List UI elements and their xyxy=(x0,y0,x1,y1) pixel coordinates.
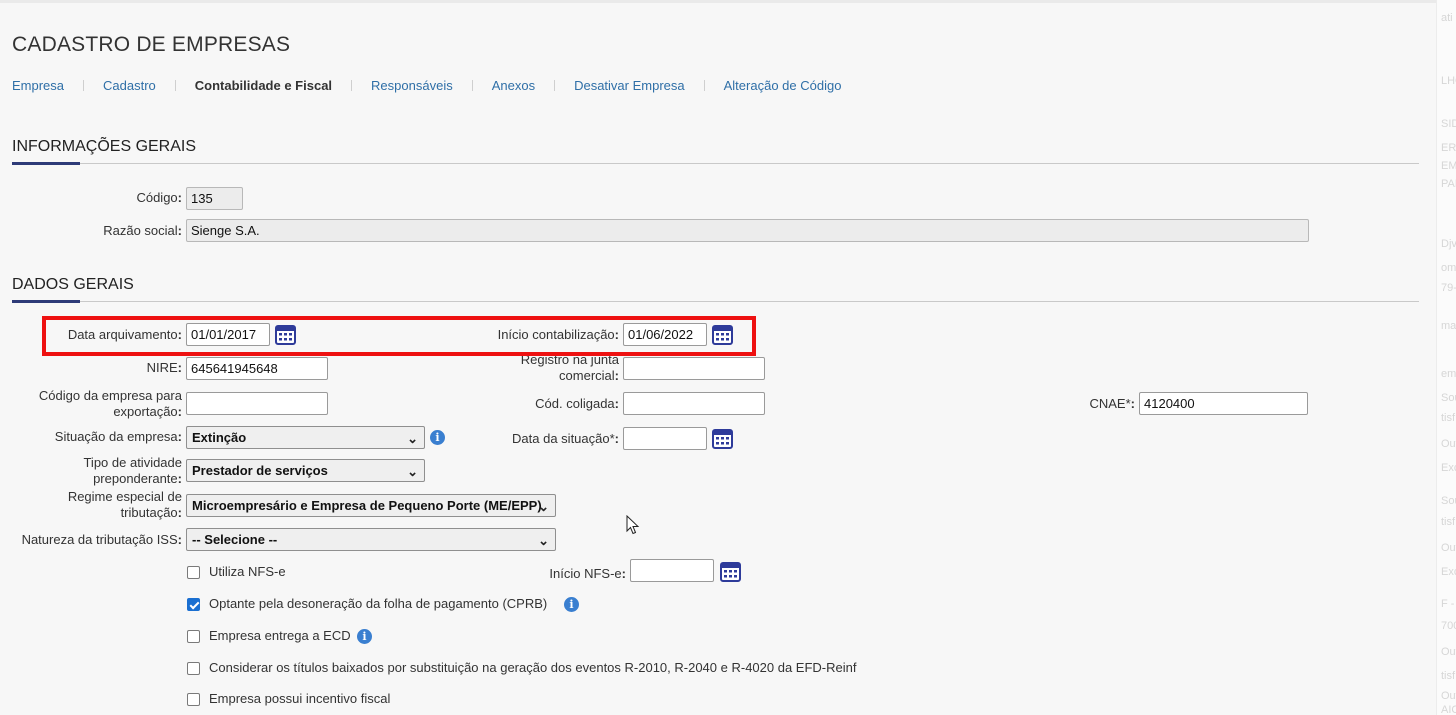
natureza-iss-select[interactable]: -- Selecione -- ⌄ xyxy=(186,528,556,551)
cprb-label: Optante pela desoneração da folha de pag… xyxy=(209,596,548,611)
tipo-atividade-label: Tipo de atividade preponderante: xyxy=(83,455,182,486)
side-panel-text: tisf xyxy=(1441,412,1456,424)
inicio-nfse-field[interactable] xyxy=(630,559,714,582)
side-panel-text: 700 xyxy=(1441,620,1456,632)
side-panel-text: Sou xyxy=(1441,495,1456,507)
cnae-label: CNAE*: xyxy=(1089,396,1135,411)
cod-coligada-field[interactable] xyxy=(623,392,765,415)
inicio-nfse-label: Início NFS-e: xyxy=(549,566,626,581)
tab-bar: Empresa Cadastro Contabilidade e Fiscal … xyxy=(12,78,841,93)
mouse-cursor-icon xyxy=(626,515,640,535)
side-panel-text: Out xyxy=(1441,690,1456,702)
chevron-down-icon: ⌄ xyxy=(538,499,549,514)
situacao-label: Situação da empresa: xyxy=(54,429,182,444)
side-panel-text: Djv xyxy=(1441,238,1456,250)
utiliza-nfse-label: Utiliza NFS-e xyxy=(209,564,286,579)
side-panel-text: tisf xyxy=(1441,516,1456,528)
section-accent xyxy=(12,300,80,303)
codigo-exportacao-label: Código da empresa para exportação: xyxy=(38,388,182,419)
top-divider xyxy=(0,0,1436,3)
incentivo-fiscal-label: Empresa possui incentivo fiscal xyxy=(209,691,391,706)
regime-especial-label: Regime especial de tributação: xyxy=(67,489,182,520)
ecd-label: Empresa entrega a ECD xyxy=(209,628,351,643)
ecd-checkbox[interactable] xyxy=(187,630,200,643)
side-panel-text: Exc xyxy=(1441,462,1456,474)
nire-field[interactable]: 645641945648 xyxy=(186,357,328,380)
razao-social-field[interactable]: Sienge S.A. xyxy=(186,219,1309,242)
registro-junta-field[interactable] xyxy=(623,357,765,380)
side-panel: ati LHO SID ERG EMP PAR Djv om 79- ma em… xyxy=(1436,0,1456,715)
utiliza-nfse-checkbox[interactable] xyxy=(187,566,200,579)
tab-responsaveis[interactable]: Responsáveis xyxy=(371,78,453,93)
side-panel-text: em xyxy=(1441,368,1456,380)
side-panel-text: Out xyxy=(1441,646,1456,658)
calendar-icon[interactable] xyxy=(720,561,741,582)
nire-label: NIRE: xyxy=(146,360,182,375)
tab-contabilidade-fiscal[interactable]: Contabilidade e Fiscal xyxy=(195,78,332,93)
codigo-field[interactable]: 135 xyxy=(186,187,243,210)
chevron-down-icon: ⌄ xyxy=(538,533,549,548)
tab-separator xyxy=(351,80,353,91)
section-accent xyxy=(12,162,80,165)
reinf-checkbox[interactable] xyxy=(187,662,200,675)
side-panel-text: tisf xyxy=(1441,670,1456,682)
section-divider xyxy=(12,301,1419,302)
situacao-select[interactable]: Extinção ⌄ xyxy=(186,426,425,449)
side-panel-text: LHO xyxy=(1441,75,1456,87)
side-panel-text: EMP xyxy=(1441,160,1456,172)
info-icon[interactable]: i xyxy=(564,597,579,612)
info-icon[interactable]: i xyxy=(430,430,445,445)
side-panel-text: ma xyxy=(1441,320,1456,332)
section-title-dados-gerais: DADOS GERAIS xyxy=(12,276,134,293)
tab-empresa[interactable]: Empresa xyxy=(12,78,64,93)
reinf-label: Considerar os títulos baixados por subst… xyxy=(209,660,857,675)
side-panel-text: 79- xyxy=(1441,282,1456,294)
codigo-label: Código: xyxy=(136,190,182,205)
cnae-field[interactable]: 4120400 xyxy=(1139,392,1308,415)
tab-separator xyxy=(703,80,705,91)
side-panel-text: ati xyxy=(1441,12,1453,24)
side-panel-text: AIC xyxy=(1441,704,1456,715)
side-panel-text: PAR xyxy=(1441,178,1456,190)
tipo-atividade-select[interactable]: Prestador de serviços ⌄ xyxy=(186,459,425,482)
tab-desativar-empresa[interactable]: Desativar Empresa xyxy=(574,78,685,93)
natureza-iss-label: Natureza da tributação ISS: xyxy=(21,532,182,547)
chevron-down-icon: ⌄ xyxy=(407,431,418,446)
info-icon[interactable]: i xyxy=(357,629,372,644)
cod-coligada-label: Cód. coligada: xyxy=(535,396,619,411)
cprb-checkbox[interactable] xyxy=(187,598,200,611)
tab-cadastro[interactable]: Cadastro xyxy=(103,78,156,93)
tab-separator xyxy=(554,80,556,91)
side-panel-text: om xyxy=(1441,262,1456,274)
main-content: CADASTRO DE EMPRESAS Empresa Cadastro Co… xyxy=(0,0,1436,715)
calendar-icon[interactable] xyxy=(712,428,733,449)
incentivo-fiscal-checkbox[interactable] xyxy=(187,693,200,706)
tab-anexos[interactable]: Anexos xyxy=(492,78,535,93)
chevron-down-icon: ⌄ xyxy=(407,464,418,479)
side-panel-text: Out xyxy=(1441,542,1456,554)
section-divider xyxy=(12,163,1419,164)
data-situacao-field[interactable] xyxy=(623,427,707,450)
tab-separator xyxy=(174,80,176,91)
page-title: CADASTRO DE EMPRESAS xyxy=(12,33,291,56)
razao-social-label: Razão social: xyxy=(103,223,182,238)
side-panel-text: SID xyxy=(1441,118,1456,130)
section-title-informacoes-gerais: INFORMAÇÕES GERAIS xyxy=(12,138,197,155)
side-panel-text: F - xyxy=(1441,598,1455,610)
tab-separator xyxy=(471,80,473,91)
tab-alteracao-codigo[interactable]: Alteração de Código xyxy=(724,78,842,93)
side-panel-text: Sou xyxy=(1441,392,1456,404)
side-panel-text: ERG xyxy=(1441,142,1456,154)
regime-especial-select[interactable]: Microempresário e Empresa de Pequeno Por… xyxy=(186,494,556,517)
highlight-box xyxy=(42,316,756,356)
side-panel-text: Exc xyxy=(1441,566,1456,578)
codigo-exportacao-field[interactable] xyxy=(186,392,328,415)
registro-junta-label: Registro na junta comercial: xyxy=(520,352,619,383)
side-panel-text: Out xyxy=(1441,438,1456,450)
tab-separator xyxy=(83,80,85,91)
data-situacao-label: Data da situação*: xyxy=(512,431,619,446)
